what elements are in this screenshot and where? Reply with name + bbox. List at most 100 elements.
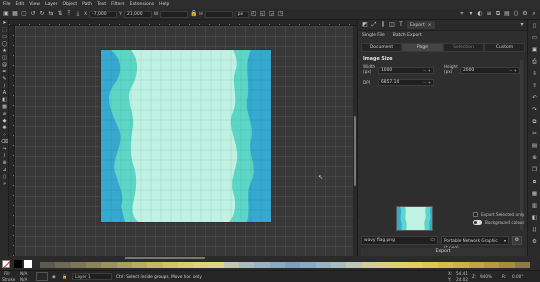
visibility-icon[interactable]: ◉ bbox=[52, 274, 56, 279]
node-tool-icon[interactable]: ⬚ bbox=[0, 27, 9, 34]
fill-stroke-icon[interactable]: ◧ bbox=[528, 212, 540, 224]
no-paint-swatch[interactable] bbox=[2, 260, 10, 268]
select-all-icon[interactable]: ▣ bbox=[3, 11, 9, 17]
new-document-icon[interactable]: ▯ bbox=[528, 20, 540, 32]
width-input[interactable]: 1000 − + bbox=[378, 67, 434, 74]
zoom-value[interactable]: 940% bbox=[480, 274, 492, 279]
tab-single-file[interactable]: Single File bbox=[362, 33, 385, 38]
window-icon[interactable]: ⧉ bbox=[495, 11, 501, 17]
menu-filters[interactable]: Filters bbox=[111, 2, 125, 7]
text-tool-icon[interactable]: A bbox=[0, 90, 9, 97]
export-selected-row[interactable]: Export Selected only bbox=[473, 212, 524, 217]
paste-icon[interactable]: ▤ bbox=[528, 140, 540, 152]
duplicate-icon[interactable]: ❐ bbox=[528, 164, 540, 176]
tweak-tool-icon[interactable]: ✺ bbox=[0, 125, 9, 132]
menu-edit[interactable]: Edit bbox=[16, 2, 25, 7]
flip-horizontal-icon[interactable]: ⇆ bbox=[48, 11, 54, 17]
zoom-tool-icon[interactable]: ⊕ bbox=[0, 160, 9, 167]
rotate-ccw-icon[interactable]: ↺ bbox=[30, 11, 36, 17]
drawing-canvas[interactable]: ↖ bbox=[15, 26, 353, 256]
export-selected-checkbox[interactable] bbox=[473, 212, 478, 217]
star-tool-icon[interactable]: ★ bbox=[0, 48, 9, 55]
snap-options-icon[interactable]: ▾ bbox=[468, 11, 474, 17]
panel-menu-icon[interactable]: ▾ bbox=[519, 22, 525, 28]
menu-extensions[interactable]: Extensions bbox=[130, 2, 154, 7]
mode-document[interactable]: Document bbox=[361, 43, 402, 52]
lower-icon[interactable]: ⤓ bbox=[75, 11, 81, 17]
rotate-cw-icon[interactable]: ↻ bbox=[39, 11, 45, 17]
rectangle-tool-icon[interactable]: ▭ bbox=[0, 34, 9, 41]
mode-page[interactable]: Page bbox=[402, 43, 443, 52]
copy-icon[interactable]: ⧉ bbox=[528, 116, 540, 128]
menu-layer[interactable]: Layer bbox=[45, 2, 58, 7]
gradient-tool-icon[interactable]: ◧ bbox=[0, 97, 9, 104]
lock-layer-icon[interactable]: 🔓 bbox=[62, 274, 67, 279]
stepper-icon[interactable]: − + bbox=[423, 80, 431, 85]
white-swatch[interactable] bbox=[24, 260, 32, 268]
w-field[interactable] bbox=[160, 10, 189, 18]
wavy-flag-drawing[interactable] bbox=[15, 26, 353, 256]
tab-export[interactable]: Export × bbox=[407, 21, 435, 29]
lpe-tool-icon[interactable]: ⌇ bbox=[0, 153, 9, 160]
menu-file[interactable]: File bbox=[3, 2, 11, 7]
clone-icon[interactable]: ⧈ bbox=[528, 176, 540, 188]
lock-icon[interactable]: 🔒 bbox=[190, 11, 197, 17]
dpi-input[interactable]: 6857.14 − + bbox=[378, 79, 434, 86]
export-icon[interactable]: ⇧ bbox=[528, 80, 540, 92]
eraser-tool-icon[interactable]: ⌫ bbox=[0, 139, 9, 146]
spiral-tool-icon[interactable]: @ bbox=[0, 62, 9, 69]
menu-help[interactable]: Help bbox=[159, 2, 169, 7]
stepper-icon[interactable]: − + bbox=[423, 68, 431, 73]
ungroup-icon[interactable]: ▥ bbox=[528, 200, 540, 212]
more-tools-icon[interactable]: » bbox=[0, 181, 9, 188]
menu-text[interactable]: Text bbox=[97, 2, 106, 7]
tab-batch-export[interactable]: Batch Export bbox=[393, 33, 422, 38]
mesh-tool-icon[interactable]: ▩ bbox=[0, 104, 9, 111]
opacity-box[interactable] bbox=[36, 272, 48, 281]
save-icon[interactable]: ▣ bbox=[528, 44, 540, 56]
flip-vertical-icon[interactable]: ⇅ bbox=[57, 11, 63, 17]
document-properties-icon[interactable]: ▤ bbox=[504, 11, 510, 17]
dropper-tool-icon[interactable]: ⌀ bbox=[0, 111, 9, 118]
zoom-icon[interactable]: ⊕ bbox=[528, 152, 540, 164]
panel-scrollbar[interactable] bbox=[520, 60, 523, 230]
cut-icon[interactable]: ✂ bbox=[528, 128, 540, 140]
connector-tool-icon[interactable]: ⤳ bbox=[0, 146, 9, 153]
unit-select[interactable]: px bbox=[234, 10, 249, 18]
undo-icon[interactable]: ↶ bbox=[528, 92, 540, 104]
export-settings-button[interactable]: ⚙ bbox=[512, 236, 522, 245]
height-input[interactable]: 2000 − + bbox=[460, 67, 520, 74]
display-mode-icon[interactable]: ◐ bbox=[477, 11, 483, 17]
layers-tab-icon[interactable]: ◫ bbox=[389, 22, 395, 28]
mode-selection[interactable]: Selection bbox=[443, 43, 484, 52]
raise-icon[interactable]: ⤒ bbox=[66, 11, 72, 17]
xml-icon[interactable]: ⟨⟩ bbox=[528, 224, 540, 236]
filename-field[interactable]: wavy flag.png ▭ bbox=[361, 236, 438, 245]
close-tab-icon[interactable]: × bbox=[428, 23, 432, 28]
preferences-icon[interactable]: ⚙ bbox=[528, 236, 540, 248]
transform-tab-icon[interactable]: ⤢ bbox=[371, 22, 377, 28]
h-field[interactable] bbox=[204, 10, 233, 18]
calligraphy-tool-icon[interactable]: ∕ bbox=[0, 83, 9, 90]
folder-icon[interactable]: ▭ bbox=[430, 237, 435, 244]
ellipse-tool-icon[interactable]: ◯ bbox=[0, 41, 9, 48]
open-icon[interactable]: ▭ bbox=[528, 32, 540, 44]
preferences-icon[interactable]: ⚙ bbox=[522, 11, 528, 17]
stepper-icon[interactable]: − + bbox=[509, 68, 517, 73]
redo-icon[interactable]: ↷ bbox=[528, 104, 540, 116]
spray-tool-icon[interactable]: ⁘ bbox=[0, 132, 9, 139]
menu-icon[interactable]: ≡ bbox=[486, 11, 492, 17]
align-tab-icon[interactable]: ⫼ bbox=[380, 22, 386, 28]
deselect-icon[interactable]: ▢ bbox=[21, 11, 27, 17]
rotation-value[interactable]: 0.00° bbox=[512, 274, 523, 279]
y-field[interactable]: 21,000 bbox=[123, 10, 152, 18]
import-icon[interactable]: ⇩ bbox=[528, 68, 540, 80]
pen-tool-icon[interactable]: ✒ bbox=[0, 69, 9, 76]
print-icon[interactable]: ⎙ bbox=[528, 56, 540, 68]
measure-tool-icon[interactable]: ⊿ bbox=[0, 167, 9, 174]
layer-select[interactable]: Layer 1 bbox=[72, 273, 112, 280]
pages-tool-icon[interactable]: ▯ bbox=[0, 174, 9, 181]
move-patterns-icon[interactable]: ◳ bbox=[278, 11, 284, 17]
mode-custom[interactable]: Custom bbox=[484, 43, 525, 52]
export-button[interactable]: Export bbox=[361, 248, 525, 256]
